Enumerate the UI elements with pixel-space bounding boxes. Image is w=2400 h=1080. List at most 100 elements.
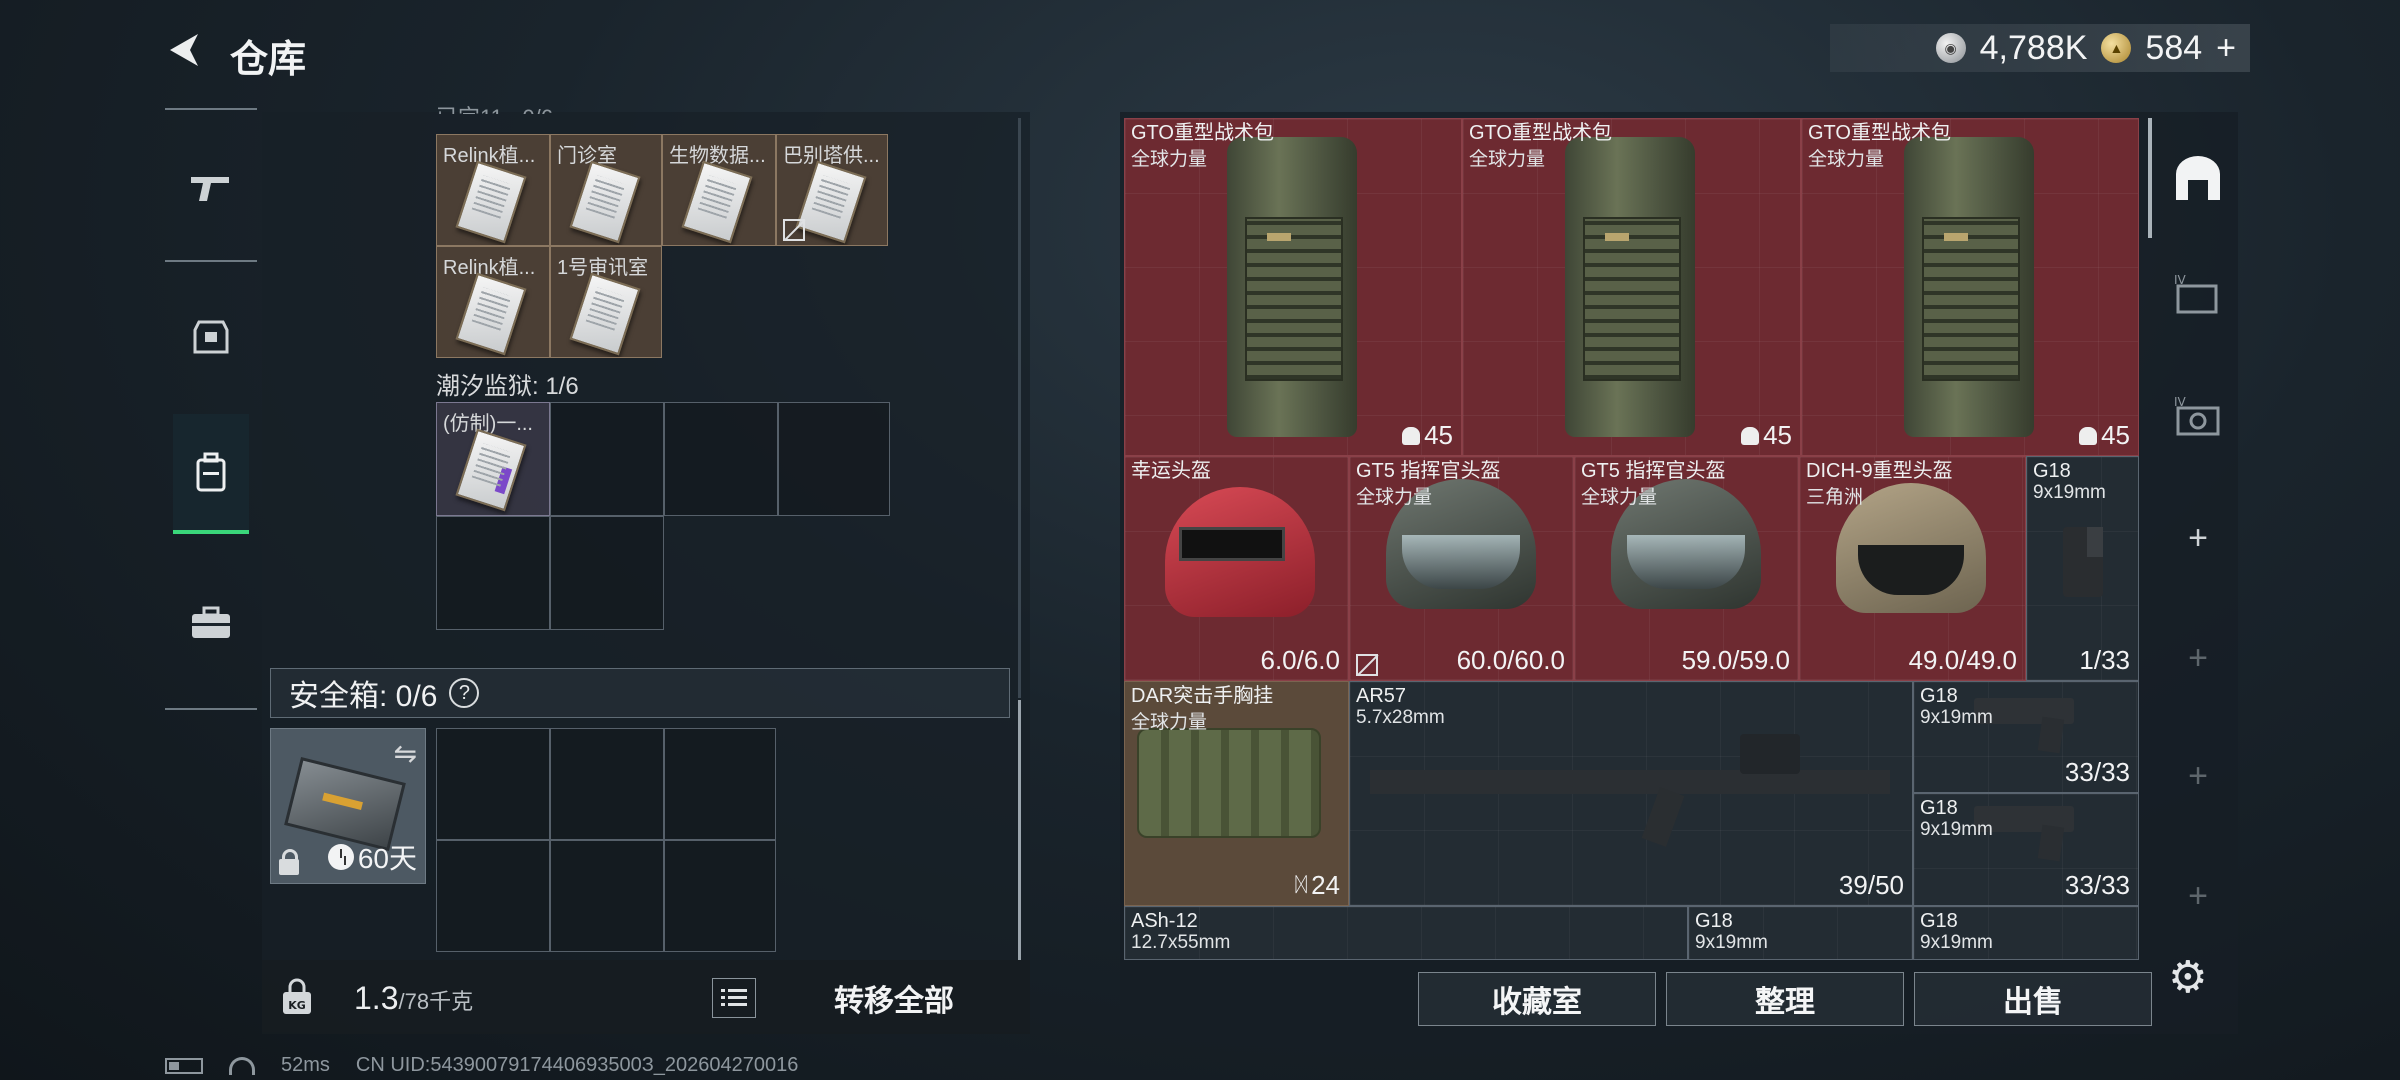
help-icon[interactable]: ? — [449, 678, 480, 708]
storage-scrollbar[interactable] — [1018, 118, 1021, 698]
rail-tier-tab[interactable]: IV — [2170, 388, 2226, 444]
doc-item[interactable]: Relink植... — [436, 246, 550, 358]
svg-text:KG: KG — [288, 999, 306, 1012]
swap-icon[interactable]: ⇋ — [394, 737, 417, 770]
pistol-icon — [2063, 527, 2103, 597]
helmet-item[interactable]: GT5 指挥官头盔 全球力量 59.0/59.0 — [1574, 456, 1799, 681]
nav-item-weapon[interactable] — [173, 128, 249, 248]
pistol-item[interactable]: G18 9x19mm 33/33 — [1913, 681, 2139, 793]
capacity-value: 45 — [1424, 420, 1453, 450]
document-icon — [795, 160, 867, 244]
rail-tier-tab[interactable]: IV — [2170, 266, 2226, 322]
doc-item[interactable]: (仿制)一... — [436, 402, 550, 516]
rail-storage-tab[interactable] — [2170, 150, 2226, 206]
gun-icon — [191, 177, 229, 201]
capacity: ᛞ 24 — [1295, 870, 1340, 901]
storage-scroll-thumb[interactable] — [1018, 700, 1021, 960]
camera-box-icon: IV — [2174, 395, 2220, 436]
rifle-item[interactable]: ASh-12 12.7x55mm — [1124, 906, 1688, 960]
chest-rig-item[interactable]: DAR突击手胸挂 全球力量 ᛞ 24 — [1124, 681, 1349, 906]
safebox-slot[interactable] — [550, 840, 664, 952]
add-storage-button[interactable]: + — [2170, 510, 2226, 566]
pistol-item[interactable]: G18 9x19mm — [1913, 906, 2139, 960]
ammo-count: 33/33 — [2064, 870, 2130, 900]
category-nav — [165, 108, 257, 713]
item-caliber: 12.7x55mm — [1131, 932, 1231, 953]
item-faction: 全球力量 — [1808, 149, 1885, 170]
capacity-value: 45 — [2101, 420, 2130, 450]
item-name: GTO重型战术包 — [1469, 122, 1612, 144]
sort-button[interactable]: 整理 — [1666, 972, 1904, 1026]
rifle-item[interactable]: AR57 5.7x28mm 39/50 — [1349, 681, 1913, 906]
add-storage-button[interactable]: + — [2170, 748, 2226, 804]
folder-icon: IV — [2174, 273, 2218, 314]
inventory-scrollbar[interactable] — [2148, 118, 2152, 238]
status-bar: 52ms CN UID:5439007917440693500З_2026042… — [165, 1054, 798, 1077]
pistol-item[interactable]: G18 9x19mm — [1688, 906, 1913, 960]
capacity: 45 — [1741, 420, 1792, 451]
empty-slot[interactable] — [550, 516, 664, 630]
capacity-value: 45 — [1763, 420, 1792, 450]
topup-plus[interactable]: + — [2216, 29, 2236, 68]
list-view-button[interactable] — [712, 978, 756, 1018]
safebox-slot[interactable] — [436, 728, 550, 840]
doc-item[interactable]: Relink植... — [436, 134, 550, 246]
document-icon — [455, 272, 527, 356]
doc-item[interactable]: 1号审讯室 — [550, 246, 662, 358]
sell-button[interactable]: 出售 — [1914, 972, 2152, 1026]
gold-coin-icon: ▲ — [2101, 33, 2132, 63]
nav-item-equipment[interactable] — [173, 276, 249, 396]
capacity: 45 — [2079, 420, 2130, 451]
safebox-slot[interactable] — [664, 840, 776, 952]
safebox-slot[interactable] — [436, 840, 550, 952]
pistol-item[interactable]: G18 9x19mm 1/33 — [2026, 456, 2139, 681]
helmet-item[interactable]: 幸运头盔 6.0/6.0 — [1124, 456, 1349, 681]
capacity-icon — [2079, 426, 2098, 445]
no-sell-icon — [783, 219, 805, 241]
clock-icon — [327, 844, 354, 870]
back-arrow-icon — [170, 34, 198, 66]
case-days-value: 60天 — [357, 843, 417, 874]
nav-divider — [165, 260, 257, 262]
nav-item-case[interactable] — [173, 563, 249, 683]
empty-slot[interactable] — [664, 402, 778, 516]
settings-button[interactable]: ⚙ — [2168, 952, 2207, 1003]
list-icon — [721, 989, 747, 1006]
nav-item-container[interactable] — [173, 414, 249, 534]
doc-item[interactable]: 门诊室 — [550, 134, 662, 246]
helmet-item[interactable]: GT5 指挥官头盔 全球力量 60.0/60.0 — [1349, 456, 1574, 681]
capacity-icon — [1741, 426, 1760, 445]
add-storage-button[interactable]: + — [2170, 868, 2226, 924]
item-name: G18 — [2033, 460, 2071, 482]
backpack-item[interactable]: GTO重型战术包 全球力量 45 — [1462, 118, 1801, 456]
safebox-case[interactable]: ⇋ 60天 — [270, 728, 426, 884]
item-caliber: 9x19mm — [2033, 482, 2106, 503]
collection-room-button[interactable]: 收藏室 — [1418, 972, 1656, 1026]
empty-slot[interactable] — [436, 516, 550, 630]
pistol-item[interactable]: G18 9x19mm 33/33 — [1913, 793, 2139, 906]
weight-readout: 1.3/78千克 — [354, 980, 473, 1017]
backpack-item[interactable]: GTO重型战术包 全球力量 45 — [1124, 118, 1462, 456]
add-storage-button[interactable]: + — [2170, 630, 2226, 686]
backpack-item[interactable]: GTO重型战术包 全球力量 45 — [1801, 118, 2139, 456]
safebox-slot[interactable] — [550, 728, 664, 840]
safebox-slot[interactable] — [664, 728, 776, 840]
item-name: GT5 指挥官头盔 — [1581, 460, 1726, 482]
back-button[interactable] — [160, 26, 208, 74]
empty-slot[interactable] — [778, 402, 890, 516]
no-sell-icon — [1356, 654, 1378, 676]
gold-balance: 584 — [2145, 28, 2203, 67]
ping-value: 52ms — [281, 1054, 330, 1076]
item-caliber: 9x19mm — [1920, 707, 1993, 728]
weight-lock-button[interactable]: KG — [272, 972, 322, 1022]
doc-item[interactable]: 生物数据... — [662, 134, 776, 246]
doc-item[interactable]: 巴别塔供... — [776, 134, 888, 246]
transfer-all-button[interactable]: 转移全部 — [776, 970, 1012, 1026]
durability: 49.0/49.0 — [1908, 645, 2017, 675]
helmet-item[interactable]: DICH-9重型头盔 三角洲 49.0/49.0 — [1799, 456, 2026, 681]
nav-divider — [165, 708, 257, 710]
ammo-count: 33/33 — [2064, 757, 2130, 787]
item-name: 巴别塔供... — [783, 145, 880, 167]
empty-slot[interactable] — [550, 402, 664, 516]
tactical-backpack-icon — [1227, 137, 1357, 437]
